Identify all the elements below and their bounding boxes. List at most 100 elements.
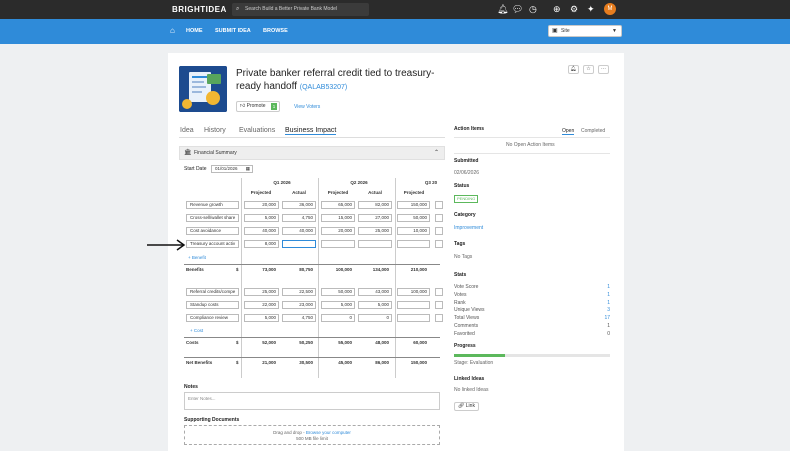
value-input[interactable] (435, 314, 443, 322)
value-input[interactable]: 22,000 (244, 301, 279, 309)
clock-icon[interactable]: ◷ (529, 3, 537, 15)
value-input[interactable] (435, 214, 443, 222)
value-input[interactable]: 36,000 (282, 201, 316, 209)
bell-follow-button[interactable]: 🔔︎ (568, 65, 579, 74)
value-input[interactable]: 27,000 (358, 214, 392, 222)
total-divider (184, 357, 440, 358)
value-input[interactable]: 5,000 (244, 314, 279, 322)
financial-summary-header[interactable]: 🏛︎ Financial Summary ⌃ (179, 146, 445, 160)
home-icon[interactable]: ⌂ (170, 26, 175, 35)
search-input[interactable]: ⌕ Search Build a Better Private Bank Mod… (232, 3, 369, 16)
add-cost-link[interactable]: + Cost (190, 328, 203, 333)
value-input[interactable] (435, 227, 443, 235)
start-date-input[interactable]: 01/01/2026 ▦ (211, 165, 253, 173)
link-button[interactable]: 🔗︎ Link (454, 402, 479, 411)
value-input[interactable]: 8,000 (244, 240, 279, 248)
value-input[interactable] (397, 301, 430, 309)
value-input[interactable]: 50,000 (397, 214, 430, 222)
value-input[interactable] (435, 301, 443, 309)
notes-input[interactable]: Enter Notes... (184, 392, 440, 410)
value-input[interactable] (435, 240, 443, 248)
brand-logo[interactable]: BRIGHTIDEA (172, 5, 227, 14)
value-input[interactable]: 150,000 (397, 201, 430, 209)
value-input[interactable]: 82,000 (358, 201, 392, 209)
favorite-button[interactable]: ☆ (583, 65, 594, 74)
stat-label: Votes (454, 291, 467, 298)
nav-home[interactable]: HOME (186, 28, 203, 34)
total-value: 45,000 (338, 360, 352, 365)
calendar-icon[interactable]: ▦ (246, 166, 250, 172)
nav-submit-idea[interactable]: SUBMIT IDEA (215, 28, 251, 34)
value-input[interactable]: 0 (358, 314, 392, 322)
value-input[interactable]: 100,000 (397, 288, 430, 296)
file-drop-zone[interactable]: Drag and drop - Browse your computer 500… (184, 425, 440, 445)
tab-evaluations[interactable]: Evaluations (239, 127, 275, 134)
value-input[interactable]: 43,000 (358, 288, 392, 296)
stat-label: Comments (454, 323, 479, 329)
value-input[interactable]: 23,000 (282, 301, 316, 309)
value-input[interactable]: 40,000 (282, 227, 316, 235)
bell-icon[interactable]: 🔔︎ (497, 3, 508, 15)
value-input[interactable]: 15,000 (321, 214, 355, 222)
link-icon: 🔗︎ (458, 403, 465, 409)
stat-value[interactable]: 17 (604, 315, 610, 321)
value-input[interactable]: 20,000 (244, 201, 279, 209)
value-input[interactable] (435, 201, 443, 209)
value-input[interactable] (397, 240, 430, 248)
value-input[interactable]: 22,500 (282, 288, 316, 296)
view-voters-link[interactable]: View Voters (294, 104, 320, 110)
row-label-input[interactable]: Treasury account activ (186, 240, 239, 248)
value-input[interactable]: 5,000 (321, 301, 355, 309)
stat-value[interactable]: 1 (607, 292, 610, 298)
chevron-down-icon: ▼ (612, 28, 617, 34)
value-input[interactable]: 10,000 (397, 227, 430, 235)
sparkle-user-icon[interactable]: ✦ (587, 3, 595, 15)
browse-link[interactable]: Browse your computer (306, 430, 351, 435)
nav-browse[interactable]: BROWSE (263, 28, 288, 34)
value-input[interactable]: 65,000 (321, 201, 355, 209)
more-button[interactable]: ⋯ (598, 65, 609, 74)
stat-value[interactable]: 1 (607, 300, 610, 306)
row-label-input[interactable]: Standup costs (186, 301, 239, 309)
promote-button[interactable]: 👍︎ Promote 1 (236, 101, 280, 112)
avatar[interactable]: M (604, 3, 616, 15)
tab-business-impact[interactable]: Business Impact (285, 127, 337, 135)
tab-history[interactable]: History (204, 127, 226, 134)
row-label-input[interactable]: Compliance review (186, 314, 239, 322)
add-icon[interactable]: ⊕ (553, 3, 561, 15)
value-input[interactable] (282, 240, 316, 248)
stat-row: Unique Views 3 (454, 307, 610, 313)
idea-code[interactable]: (QALAB53207) (300, 84, 347, 91)
value-input[interactable]: 50,000 (321, 288, 355, 296)
value-input[interactable]: 20,000 (321, 227, 355, 235)
category-link[interactable]: Improvement (454, 225, 483, 231)
bank-icon: 🏛︎ (184, 150, 192, 156)
stat-value[interactable]: 3 (607, 307, 610, 313)
value-input[interactable]: 40,000 (244, 227, 279, 235)
value-input[interactable] (435, 288, 443, 296)
gear-icon[interactable]: ⚙ (570, 3, 578, 15)
tab-open[interactable]: Open (562, 128, 575, 135)
value-input[interactable] (321, 240, 355, 248)
bell-icon: 🔔︎ (570, 66, 577, 72)
row-label-input[interactable]: Referral credits/compe (186, 288, 239, 296)
value-input[interactable] (358, 240, 392, 248)
site-select[interactable]: ▣ Site ▼ (548, 25, 622, 37)
add-benefit-link[interactable]: + Benefit (188, 255, 206, 260)
value-input[interactable]: 0 (321, 314, 355, 322)
value-input[interactable]: 5,000 (244, 214, 279, 222)
tab-completed[interactable]: Completed (581, 128, 605, 134)
value-input[interactable]: 5,000 (358, 301, 392, 309)
row-label-input[interactable]: Revenue growth (186, 201, 239, 209)
row-label-input[interactable]: Cross-sell/wallet share (186, 214, 239, 222)
chat-icon[interactable]: 💬︎ (512, 3, 523, 15)
value-input[interactable]: 25,000 (358, 227, 392, 235)
value-input[interactable]: 4,750 (282, 214, 316, 222)
tab-idea[interactable]: Idea (180, 127, 194, 134)
total-value: 60,000 (413, 340, 427, 345)
value-input[interactable]: 4,750 (282, 314, 316, 322)
value-input[interactable]: 25,000 (244, 288, 279, 296)
row-label-input[interactable]: Cost avoidance (186, 227, 239, 235)
value-input[interactable] (397, 314, 430, 322)
stat-value[interactable]: 1 (607, 284, 610, 290)
